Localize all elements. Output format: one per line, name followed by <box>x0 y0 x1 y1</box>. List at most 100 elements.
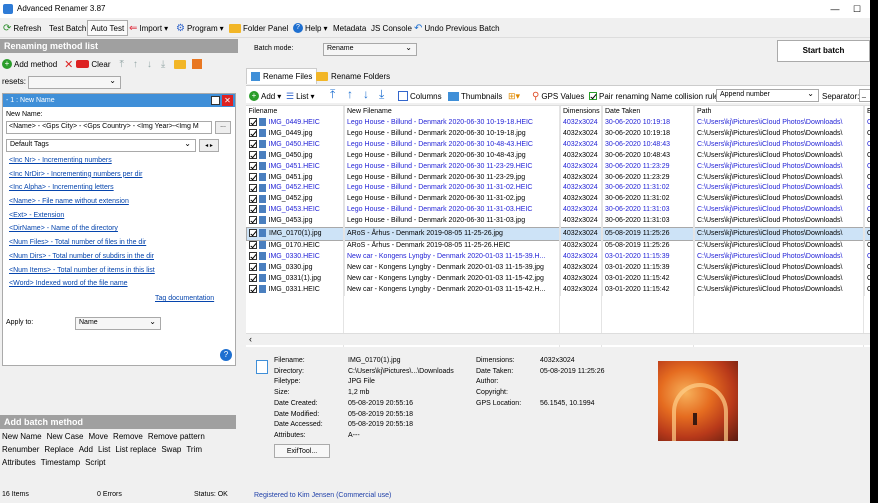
tags-select[interactable]: Default Tags <box>6 139 196 152</box>
move-bottom-icon[interactable]: ⤓ <box>379 87 384 101</box>
row-checkbox[interactable] <box>249 228 257 237</box>
collapse-icon[interactable]: - <box>6 97 8 104</box>
file-row[interactable]: IMG_0331.HEIC New car - Kongens Lyngby - … <box>246 284 870 296</box>
tag-link[interactable]: <Num Items> - Total number of items in t… <box>9 264 229 278</box>
tab-rename-folders[interactable]: Rename Folders <box>312 69 394 84</box>
row-checkbox[interactable] <box>248 118 257 127</box>
batch-method-item[interactable]: Move <box>88 432 108 445</box>
clear-button[interactable]: Clear <box>76 60 110 69</box>
tag-link[interactable]: <Inc NrDir> - Incrementing numbers per d… <box>9 168 229 182</box>
gps-values-button[interactable]: ⚲ GPS Values <box>532 89 584 103</box>
column-header[interactable]: New Filename <box>344 106 561 118</box>
batch-method-item[interactable]: List replace <box>115 445 156 458</box>
tag-link[interactable]: <Word> Indexed word of the file name <box>9 277 229 291</box>
open-preset-folder-icon[interactable] <box>174 59 187 69</box>
batch-method-item[interactable]: Trim <box>186 445 202 458</box>
batch-method-item[interactable]: Script <box>85 458 105 471</box>
tag-link[interactable]: <Inc Nr> - Incrementing numbers <box>9 154 229 168</box>
row-checkbox[interactable] <box>248 273 257 282</box>
batch-method-item[interactable]: Attributes <box>2 458 36 471</box>
new-name-input[interactable]: <Name> - <Gps City> - <Gps Country> - <I… <box>6 121 212 134</box>
batch-method-item[interactable]: Add <box>79 445 93 458</box>
file-row[interactable]: IMG_0449.jpg Lego House - Billund - Denma… <box>246 128 870 140</box>
move-down-icon[interactable]: ↓ <box>363 87 369 101</box>
row-checkbox[interactable] <box>248 216 257 225</box>
batch-method-item[interactable]: List <box>98 445 110 458</box>
program-menu[interactable]: ⚙ Program ▾ <box>176 21 224 35</box>
batch-method-item[interactable]: New Case <box>47 432 84 445</box>
help-icon[interactable]: ? <box>220 349 232 361</box>
minimize-icon[interactable]: — <box>824 0 846 18</box>
file-row[interactable]: IMG_0453.HEIC Lego House - Billund - Denm… <box>246 205 870 217</box>
help-menu[interactable]: ? Help ▾ <box>293 21 327 35</box>
close-method-icon[interactable]: ✕ <box>222 95 233 106</box>
file-row[interactable]: IMG_0452.jpg Lego House - Billund - Denma… <box>246 194 870 206</box>
file-row[interactable]: IMG_0170.HEIC ARoS - Århus - Denmark 2019… <box>246 240 870 252</box>
collision-rule-select[interactable]: Append number <box>716 89 819 102</box>
columns-button[interactable]: Columns <box>398 89 442 103</box>
separator-input[interactable]: _ <box>859 89 870 102</box>
column-header[interactable]: Dimensions <box>560 106 603 118</box>
js-console-button[interactable]: JS Console <box>371 21 412 35</box>
tag-link[interactable]: <Inc Alpha> - Incrementing letters <box>9 181 229 195</box>
row-checkbox[interactable] <box>248 161 257 170</box>
tab-rename-files[interactable]: Rename Files <box>246 68 318 84</box>
exiftool-button[interactable]: ExifTool... <box>274 444 330 458</box>
horizontal-scrollbar[interactable]: ‹ <box>246 333 870 345</box>
scroll-left-icon[interactable]: ‹ <box>249 334 252 344</box>
folder-panel-button[interactable]: Folder Panel <box>229 21 288 35</box>
row-checkbox[interactable] <box>248 241 257 250</box>
thumbnails-button[interactable]: Thumbnails <box>448 89 502 103</box>
column-header[interactable]: Date Taken <box>602 106 695 118</box>
move-up-icon[interactable]: ↑ <box>133 59 138 70</box>
start-batch-button[interactable]: Start batch <box>777 40 870 62</box>
test-batch-button[interactable]: Test Batch <box>49 21 86 35</box>
move-down-icon[interactable]: ↓ <box>147 59 152 70</box>
file-row[interactable]: IMG_0450.HEIC Lego House - Billund - Denm… <box>246 139 870 151</box>
add-files-menu[interactable]: + Add ▾ <box>249 89 281 103</box>
row-checkbox[interactable] <box>248 263 257 272</box>
tag-link[interactable]: <Num Files> - Total number of files in t… <box>9 236 229 250</box>
row-checkbox[interactable] <box>248 284 257 293</box>
presets-select[interactable] <box>28 76 121 89</box>
batch-method-item[interactable]: Swap <box>161 445 181 458</box>
grid-view-icon[interactable]: ⊞▾ <box>508 89 520 103</box>
file-row[interactable]: IMG_0451.HEIC Lego House - Billund - Denm… <box>246 161 870 173</box>
file-row[interactable]: IMG_0449.HEIC Lego House - Billund - Denm… <box>246 118 870 129</box>
move-up-icon[interactable]: ↑ <box>347 87 353 101</box>
move-top-icon[interactable]: ⤒ <box>330 87 335 101</box>
tag-link[interactable]: <DirName> - Name of the directory <box>9 222 229 236</box>
save-preset-icon[interactable] <box>192 59 203 69</box>
row-checkbox[interactable] <box>248 172 257 181</box>
batch-method-item[interactable]: Timestamp <box>41 458 80 471</box>
import-menu[interactable]: ⇐ Import ▾ <box>129 21 168 35</box>
remove-icon[interactable]: ✕ <box>64 58 73 71</box>
file-row[interactable]: IMG_0452.HEIC Lego House - Billund - Denm… <box>246 183 870 195</box>
tag-documentation-link[interactable]: Tag documentation <box>155 292 235 306</box>
move-bottom-icon[interactable]: ⤓ <box>161 59 165 70</box>
add-method-button[interactable]: + Add method <box>2 59 57 69</box>
file-row[interactable]: IMG_0330.HEIC New car - Kongens Lyngby - … <box>246 251 870 263</box>
file-row[interactable]: IMG_0453.jpg Lego House - Billund - Denma… <box>246 216 870 228</box>
row-checkbox[interactable] <box>248 129 257 138</box>
batch-method-item[interactable]: Replace <box>44 445 73 458</box>
row-checkbox[interactable] <box>248 194 257 203</box>
browse-button[interactable]: ... <box>215 121 231 134</box>
file-row[interactable]: IMG_0331(1).jpg New car - Kongens Lyngby … <box>246 273 870 285</box>
maximize-icon[interactable]: ☐ <box>846 0 868 18</box>
move-top-icon[interactable]: ⤒ <box>119 59 123 70</box>
row-checkbox[interactable] <box>248 252 257 261</box>
metadata-button[interactable]: Metadata <box>333 21 366 35</box>
row-checkbox[interactable] <box>248 139 257 148</box>
file-row[interactable]: IMG_0450.jpg Lego House - Billund - Denma… <box>246 150 870 162</box>
batch-mode-select[interactable]: Rename <box>323 43 417 56</box>
row-checkbox[interactable] <box>248 205 257 214</box>
auto-test-toggle[interactable]: Auto Test <box>87 20 129 36</box>
method-title-bar[interactable]: - 1 : New Name ✕ <box>3 94 235 107</box>
tags-nav-arrows[interactable]: ◂ ▸ <box>199 139 219 152</box>
row-checkbox[interactable] <box>248 183 257 192</box>
undo-button[interactable]: ↶ Undo Previous Batch <box>414 21 500 35</box>
file-row[interactable]: IMG_0170(1).jpg ARoS - Århus - Denmark 20… <box>246 227 870 241</box>
refresh-button[interactable]: ⟳ Refresh <box>3 21 41 35</box>
enable-method-checkbox[interactable] <box>211 96 220 105</box>
